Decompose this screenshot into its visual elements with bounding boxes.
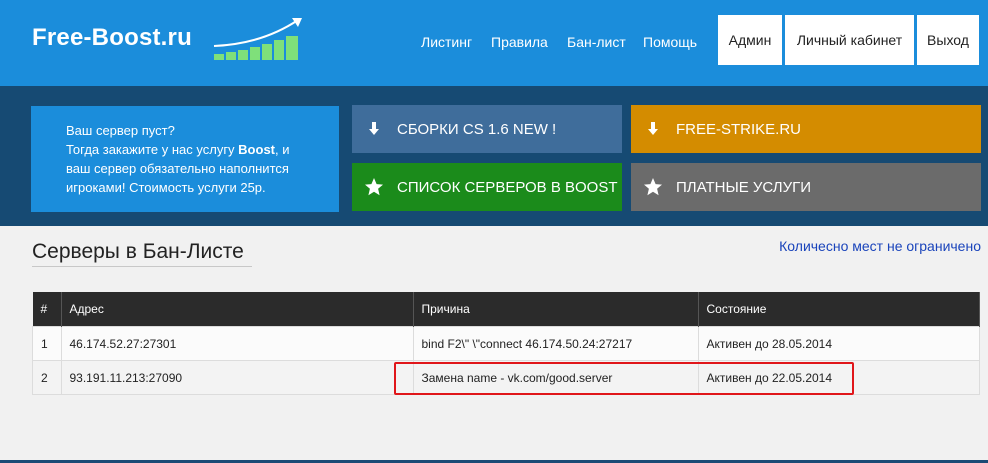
- nav-rules[interactable]: Правила: [491, 34, 548, 50]
- slots-notice: Количесно мест не ограничено: [779, 238, 981, 254]
- tile-server-list[interactable]: СПИСОК СЕРВЕРОВ В BOOST: [352, 163, 622, 211]
- nav-banlist[interactable]: Бан-лист: [567, 34, 626, 50]
- cell-number: 1: [32, 326, 62, 361]
- download-icon: [643, 121, 663, 137]
- col-number: #: [32, 292, 62, 327]
- header: Free-Boost.ru Листинг Правила Бан-лист П…: [0, 0, 988, 86]
- nav-help[interactable]: Помощь: [643, 34, 697, 50]
- cabinet-button[interactable]: Личный кабинет: [785, 15, 914, 65]
- logout-button[interactable]: Выход: [917, 15, 979, 65]
- star-icon: [643, 177, 663, 197]
- promo-line-3: ваш сервер обязательно наполнится: [66, 161, 289, 176]
- title-underline: [32, 266, 252, 267]
- download-icon: [364, 121, 384, 137]
- highlight-box: [394, 362, 854, 395]
- cell-status: Активен до 28.05.2014: [697, 326, 980, 361]
- promo-line-2: Тогда закажите у нас услугу Boost, и: [66, 142, 290, 157]
- feature-band: Ваш сервер пуст? Тогда закажите у нас ус…: [0, 86, 988, 226]
- admin-button[interactable]: Админ: [718, 15, 782, 65]
- tile-paid-services[interactable]: ПЛАТНЫЕ УСЛУГИ: [631, 163, 981, 211]
- col-address: Адрес: [61, 292, 414, 327]
- promo-line-1: Ваш сервер пуст?: [66, 123, 175, 138]
- cell-address: 46.174.52.27:27301: [60, 326, 414, 361]
- star-icon: [364, 177, 384, 197]
- promo-box: Ваш сервер пуст? Тогда закажите у нас ус…: [31, 106, 339, 212]
- col-reason: Причина: [413, 292, 699, 327]
- page-title: Серверы в Бан-Листе: [32, 240, 244, 263]
- graph-logo-icon: [213, 18, 302, 60]
- site-logo[interactable]: Free-Boost.ru: [32, 24, 192, 52]
- promo-line-4: игроками! Стоимость услуги 25р.: [66, 180, 266, 195]
- tile-cs-builds[interactable]: СБОРКИ CS 1.6 NEW !: [352, 105, 622, 153]
- tile-free-strike[interactable]: FREE-STRIKE.RU: [631, 105, 981, 153]
- col-status: Состояние: [698, 292, 980, 327]
- cell-address: 93.191.11.213:27090: [60, 360, 414, 395]
- table-header-row: # Адрес Причина Состояние: [32, 292, 980, 327]
- cell-number: 2: [32, 360, 62, 395]
- table-row: 1 46.174.52.27:27301 bind F2\" \"connect…: [32, 326, 980, 361]
- cell-reason: bind F2\" \"connect 46.174.50.24:27217: [412, 326, 699, 361]
- nav-listing[interactable]: Листинг: [421, 34, 472, 50]
